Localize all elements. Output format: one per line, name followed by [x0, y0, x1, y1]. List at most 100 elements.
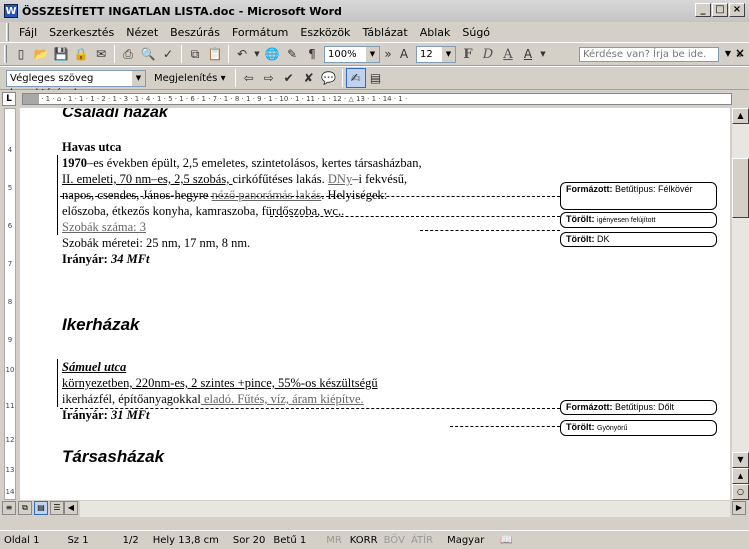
- bold-button[interactable]: F: [458, 47, 478, 62]
- text-direction-icon[interactable]: A: [394, 44, 414, 64]
- scroll-down-icon[interactable]: ▼: [732, 452, 749, 468]
- open-folder-icon[interactable]: 📂: [31, 44, 51, 64]
- font-color-dropdown-icon[interactable]: ▼: [538, 44, 548, 64]
- text-run: –i fekvésű,: [352, 172, 408, 186]
- previous-change-icon[interactable]: ⇦: [239, 68, 259, 88]
- balloon-kind: Törölt:: [566, 214, 595, 224]
- status-macro-recorder[interactable]: MR: [326, 535, 342, 546]
- font-color-icon[interactable]: A: [518, 44, 538, 64]
- copy-icon[interactable]: ⧉: [185, 44, 205, 64]
- show-menu-label: Megjelenítés: [154, 72, 218, 84]
- vertical-scroll-thumb[interactable]: [732, 158, 749, 218]
- previous-page-icon[interactable]: ▲: [732, 468, 749, 484]
- web-layout-icon[interactable]: ⧉: [18, 501, 32, 515]
- menu-window[interactable]: Ablak: [414, 26, 457, 39]
- status-track-changes[interactable]: KORR: [350, 535, 378, 546]
- revision-balloon[interactable]: Törölt: Gyönyörű: [560, 420, 717, 436]
- display-for-review-select[interactable]: Végleges szöveg korrektúrával ▼: [6, 69, 146, 99]
- revision-balloon[interactable]: Formázott: Betűtípus: Dőlt: [560, 400, 717, 415]
- toolbar-separator: [341, 69, 343, 87]
- italic-button[interactable]: D: [478, 47, 498, 62]
- display-mode-dropdown-icon[interactable]: ▼: [132, 70, 145, 86]
- horizontal-ruler[interactable]: · 1 · ⌂ · 1 · 1 · 1 · 2 · 1 · 3 · 1 · 4 …: [22, 93, 732, 105]
- price-value: 31 MFt: [110, 408, 150, 422]
- vertical-ruler[interactable]: 4 5 6 7 8 9 10 11 12 13 14: [0, 108, 20, 500]
- print-preview-icon[interactable]: 🔍: [138, 44, 158, 64]
- balloon-text: igényesen felújított: [597, 217, 656, 224]
- balloon-connector: [60, 408, 560, 409]
- menu-insert[interactable]: Beszúrás: [164, 26, 226, 39]
- status-language[interactable]: Magyar: [447, 535, 484, 546]
- track-changes-icon[interactable]: ✍: [345, 68, 366, 88]
- menu-file[interactable]: Fájl: [13, 26, 43, 39]
- menu-table[interactable]: Táblázat: [356, 26, 413, 39]
- hyperlink-icon[interactable]: 🌐: [262, 44, 282, 64]
- reject-change-icon[interactable]: ✘: [299, 68, 319, 88]
- word-app-icon[interactable]: W: [4, 4, 18, 18]
- save-icon[interactable]: 💾: [51, 44, 71, 64]
- menu-help[interactable]: Súgó: [456, 26, 496, 39]
- menu-view[interactable]: Nézet: [120, 26, 164, 39]
- toolbar-grip[interactable]: [4, 45, 7, 63]
- paste-icon[interactable]: 📋: [205, 44, 225, 64]
- toolbar-options-icon[interactable]: »: [382, 44, 394, 64]
- revision-balloon[interactable]: Formázott: Betűtípus: Félkövér: [560, 182, 717, 210]
- browse-object-icon[interactable]: ○: [732, 484, 749, 500]
- next-change-icon[interactable]: ⇨: [259, 68, 279, 88]
- close-button[interactable]: ×: [729, 3, 745, 17]
- underline-button[interactable]: A: [498, 47, 518, 62]
- zoom-select[interactable]: 100% ▼: [324, 45, 380, 63]
- vruler-number: 6: [7, 222, 13, 230]
- scroll-right-icon[interactable]: ▶: [732, 501, 746, 515]
- undo-icon[interactable]: ↶: [232, 44, 252, 64]
- reviewing-pane-icon[interactable]: ▤: [366, 68, 386, 88]
- vertical-scrollbar[interactable]: ▲ ▼ ▲ ○: [732, 108, 749, 500]
- text-run: napos, csendes, János-hegyre: [62, 188, 212, 202]
- section-heading-condominiums: Társasházak: [62, 447, 165, 466]
- menu-edit[interactable]: Szerkesztés: [43, 26, 120, 39]
- text-run: –es években épült, 2,5 emeletes, szintet…: [87, 156, 422, 170]
- new-comment-icon[interactable]: 💬: [319, 68, 339, 88]
- undo-dropdown-icon[interactable]: ▼: [252, 44, 262, 64]
- spelling-status-icon[interactable]: 📖: [500, 535, 512, 546]
- status-overtype[interactable]: ÁTÍR: [411, 535, 433, 546]
- outline-view-icon[interactable]: ☰: [50, 501, 64, 515]
- document-body[interactable]: Családi házak Havas utca 1970–es években…: [57, 108, 542, 466]
- drawing-icon[interactable]: ✎: [282, 44, 302, 64]
- show-formatting-icon[interactable]: ¶: [302, 44, 322, 64]
- paragraph-line: napos, csendes, János-hegyre néző panorá…: [62, 187, 542, 203]
- email-icon[interactable]: ✉: [91, 44, 111, 64]
- vruler-number: 10: [5, 366, 15, 374]
- vruler-number: 4: [7, 146, 13, 154]
- new-document-icon[interactable]: ▯: [11, 44, 31, 64]
- toolbar-options-right-icon[interactable]: »: [736, 48, 743, 61]
- status-extend[interactable]: BŐV: [384, 535, 405, 546]
- document-page[interactable]: Családi házak Havas utca 1970–es években…: [20, 108, 730, 500]
- accept-change-icon[interactable]: ✔: [279, 68, 299, 88]
- price-label: Irányár:: [62, 252, 111, 266]
- vruler-number: 9: [7, 336, 13, 344]
- paragraph-line: II. emeleti, 70 nm–es, 2,5 szobás, cirkó…: [62, 171, 542, 187]
- balloon-text: Gyönyörű: [597, 425, 628, 432]
- font-size-select[interactable]: 12 ▼: [416, 45, 456, 63]
- horizontal-scrollbar[interactable]: [80, 501, 730, 517]
- balloon-connector: [60, 196, 560, 197]
- zoom-dropdown-icon[interactable]: ▼: [366, 46, 379, 62]
- print-icon[interactable]: ⎙: [118, 44, 138, 64]
- revision-balloon[interactable]: Törölt: igényesen felújított: [560, 212, 717, 228]
- show-menu-button[interactable]: Megjelenítés ▾: [148, 73, 232, 84]
- normal-view-icon[interactable]: ≡: [2, 501, 16, 515]
- scroll-left-icon[interactable]: ◀: [64, 501, 78, 515]
- scroll-up-icon[interactable]: ▲: [732, 108, 749, 124]
- font-size-dropdown-icon[interactable]: ▼: [442, 46, 455, 62]
- print-layout-icon[interactable]: ▤: [34, 501, 48, 515]
- maximize-button[interactable]: □: [712, 3, 728, 17]
- minimize-button[interactable]: _: [695, 3, 711, 17]
- revision-balloon[interactable]: Törölt: DK: [560, 232, 717, 247]
- tab-stop-selector[interactable]: L: [2, 92, 16, 106]
- spelling-icon[interactable]: ✓: [158, 44, 178, 64]
- menu-tools[interactable]: Eszközök: [294, 26, 356, 39]
- menu-format[interactable]: Formátum: [226, 26, 294, 39]
- menubar-grip[interactable]: [6, 23, 9, 41]
- permission-icon[interactable]: 🔒: [71, 44, 91, 64]
